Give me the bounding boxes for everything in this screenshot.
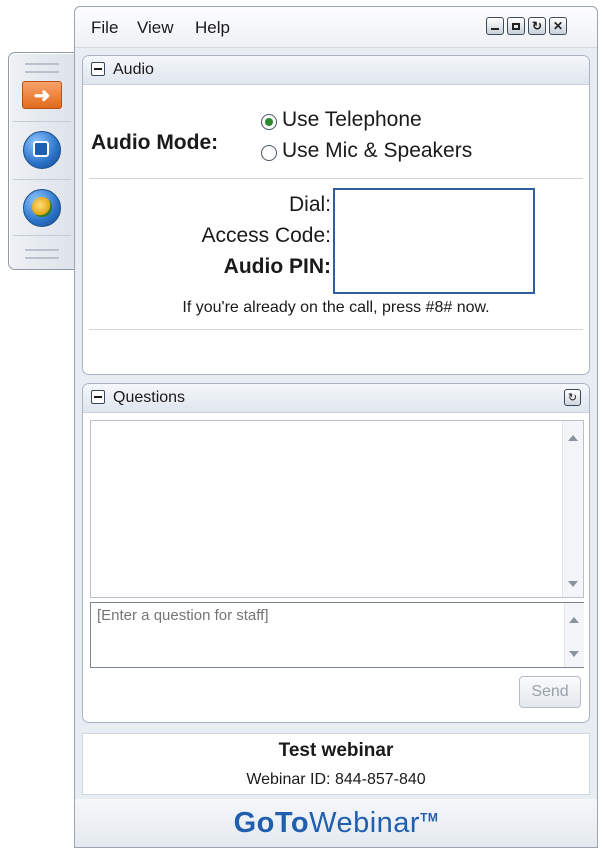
scroll-down-icon[interactable] (569, 651, 579, 657)
questions-panel-header[interactable]: Questions ↻ (83, 384, 589, 413)
access-code-label: Access Code: (201, 224, 331, 247)
audio-divider (89, 329, 583, 330)
use-mic-speakers-label[interactable]: Use Mic & Speakers (282, 139, 472, 163)
grab-tab-divider (13, 121, 71, 122)
use-mic-speakers-radio[interactable] (261, 145, 277, 161)
audio-divider (89, 178, 583, 179)
question-input-scrollbar[interactable] (564, 603, 584, 667)
scroll-up-icon[interactable] (568, 435, 578, 441)
popout-icon[interactable]: ↻ (528, 17, 546, 35)
audio-panel-title: Audio (113, 61, 154, 78)
dial-info-box (333, 188, 535, 294)
popout-icon[interactable]: ↻ (564, 389, 581, 406)
already-on-call-notice: If you're already on the call, press #8#… (182, 299, 490, 316)
use-telephone-label[interactable]: Use Telephone (282, 108, 422, 132)
dial-label: Dial: (288, 193, 331, 216)
audio-pin-label: Audio PIN: (223, 255, 331, 278)
scroll-up-icon[interactable] (569, 617, 579, 623)
arrow-right-icon[interactable]: ➜ (22, 81, 62, 109)
grab-tab-divider (13, 235, 71, 236)
control-panel-window: File View Help ↻ ✕ Audio Audio Mode: Use… (74, 6, 598, 848)
webinar-id: Webinar ID: 844-857-840 (246, 771, 426, 788)
questions-panel: Questions ↻ Send (82, 383, 590, 723)
grab-handle-top[interactable] (25, 63, 59, 73)
send-button[interactable]: Send (519, 676, 581, 708)
use-telephone-radio[interactable] (261, 114, 277, 130)
restore-icon[interactable] (507, 17, 525, 35)
menu-view[interactable]: View (137, 18, 174, 38)
collapse-icon[interactable] (91, 62, 105, 76)
scroll-down-icon[interactable] (568, 581, 578, 587)
menu-bar: File View Help ↻ ✕ (75, 7, 597, 48)
questions-log-scrollbar[interactable] (562, 421, 583, 597)
question-input[interactable] (90, 602, 584, 668)
audio-mode-label: Audio Mode: (91, 131, 219, 154)
grab-tab-divider (13, 179, 71, 180)
control-panel-grab-tab: ➜ (8, 52, 75, 270)
questions-panel-title: Questions (113, 389, 186, 406)
minimize-icon[interactable] (486, 17, 504, 35)
grab-handle-bottom[interactable] (25, 249, 59, 259)
menu-help[interactable]: Help (195, 18, 230, 38)
brand-footer: GoToWebinarTM (75, 799, 597, 847)
webinar-info: Test webinar Webinar ID: 844-857-840 (82, 733, 590, 795)
audio-panel-header[interactable]: Audio (83, 56, 589, 85)
audio-panel: Audio Audio Mode: Use Telephone Use Mic … (82, 55, 590, 375)
gotowebinar-logo: GoToWebinarTM (233, 807, 439, 839)
stop-icon[interactable] (23, 131, 61, 169)
raise-hand-icon[interactable] (23, 189, 61, 227)
close-icon[interactable]: ✕ (549, 17, 567, 35)
questions-log[interactable] (90, 420, 584, 598)
collapse-icon[interactable] (91, 390, 105, 404)
menu-file[interactable]: File (91, 18, 118, 38)
webinar-title: Test webinar (278, 740, 394, 761)
